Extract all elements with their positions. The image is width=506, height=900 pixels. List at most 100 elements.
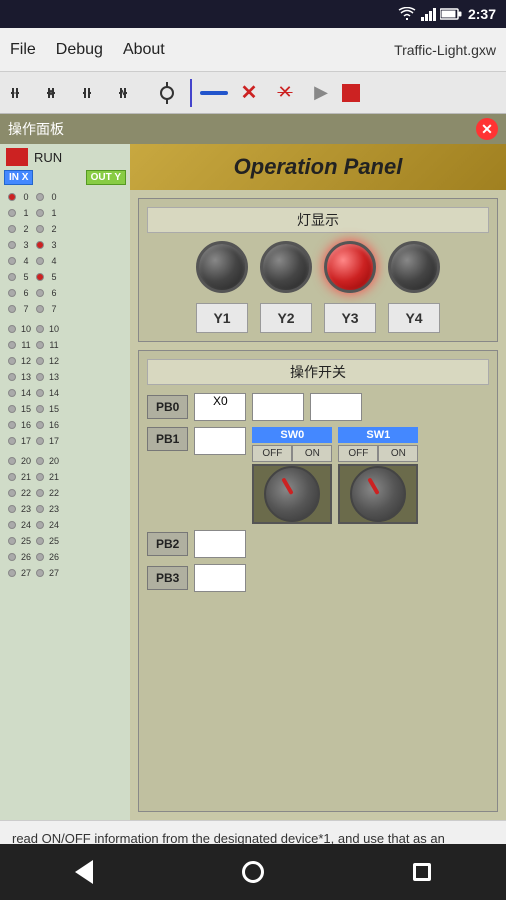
- switch-row-pb2: PB2: [147, 530, 489, 558]
- op-header: Operation Panel: [130, 144, 506, 190]
- sw0-knob[interactable]: [264, 466, 320, 522]
- run-row: RUN: [0, 144, 130, 170]
- nav-back-button[interactable]: [64, 852, 104, 892]
- switch-row-pb3: PB3: [147, 564, 489, 592]
- light-label-y3[interactable]: Y3: [324, 303, 376, 333]
- toolbar-icon-2[interactable]: [44, 78, 74, 108]
- battery-icon: [440, 8, 462, 20]
- sw0-block: SW0 OFF ON: [252, 427, 332, 524]
- status-bar: 2:37: [0, 0, 506, 28]
- io-row-5: 5 5: [2, 269, 128, 285]
- op-header-text: Operation Panel: [234, 154, 403, 179]
- pb1-input[interactable]: [194, 427, 246, 455]
- panel-content: RUN IN X OUT Y 0 0: [0, 144, 506, 820]
- switch-row-pb1: PB1 SW0 OFF ON: [147, 427, 489, 524]
- run-label: RUN: [34, 150, 62, 165]
- light-section: 灯显示 Y1 Y2 Y3 Y4: [138, 198, 498, 342]
- toolbar-icon-5[interactable]: [152, 78, 182, 108]
- sw0-off-on: OFF ON: [252, 445, 332, 462]
- toolbar-x-mark-2[interactable]: ✕: [270, 78, 300, 108]
- empty-input-1[interactable]: [252, 393, 304, 421]
- menu-about[interactable]: About: [123, 41, 165, 59]
- main-area: 操作面板 ✕ RUN IN X OUT Y: [0, 114, 506, 900]
- io-in-0: [8, 193, 16, 201]
- io-row-6: 6 6: [2, 285, 128, 301]
- sw0-knob-indicator: [282, 477, 294, 495]
- io-header-in: IN X: [4, 170, 33, 185]
- wifi-icon: [398, 7, 416, 21]
- light-labels-row: Y1 Y2 Y3 Y4: [147, 303, 489, 333]
- pb3-button[interactable]: PB3: [147, 566, 188, 590]
- io-row-1: 1 1: [2, 205, 128, 221]
- nav-home-icon: [242, 861, 264, 883]
- panel-title: 操作面板: [8, 119, 64, 139]
- x0-input[interactable]: X0: [194, 393, 246, 421]
- io-header-out: OUT Y: [86, 170, 126, 185]
- toolbar-x-mark-1[interactable]: ✕: [234, 78, 264, 108]
- empty-input-2[interactable]: [310, 393, 362, 421]
- toolbar: ✕ ✕ ▶: [0, 72, 506, 114]
- run-indicator: [6, 148, 28, 166]
- toolbar-stop[interactable]: [342, 84, 360, 102]
- app-frame: 2:37 File Debug About Traffic-Light.gxw …: [0, 0, 506, 900]
- io-row-2: 2 2: [2, 221, 128, 237]
- io-row-3: 3 3: [2, 237, 128, 253]
- switch-section-label: 操作开关: [147, 359, 489, 385]
- nav-square-icon: [413, 863, 431, 881]
- window-title: Traffic-Light.gxw: [394, 42, 496, 58]
- sw1-off-on: OFF ON: [338, 445, 418, 462]
- light-2: [260, 241, 312, 293]
- toolbar-line[interactable]: [200, 91, 228, 95]
- switch-section: 操作开关 PB0 X0 PB1 SW0: [138, 350, 498, 812]
- light-1: [196, 241, 248, 293]
- pb1-button[interactable]: PB1: [147, 427, 188, 451]
- nav-home-button[interactable]: [233, 852, 273, 892]
- sw1-label: SW1: [338, 427, 418, 443]
- io-row-7: 7 7: [2, 301, 128, 317]
- sw1-knob-area: [338, 464, 418, 524]
- io-row-10: 10 10: [2, 321, 128, 337]
- panel-close-button[interactable]: ✕: [476, 118, 498, 140]
- io-row-4: 4 4: [2, 253, 128, 269]
- light-3: [324, 241, 376, 293]
- operation-panel: Operation Panel 灯显示 Y1 Y2 Y3: [130, 144, 506, 820]
- lights-row: [147, 241, 489, 293]
- light-4: [388, 241, 440, 293]
- toolbar-divider: [190, 79, 192, 107]
- sw1-off-btn[interactable]: OFF: [338, 445, 378, 462]
- menu-bar: File Debug About Traffic-Light.gxw: [0, 28, 506, 72]
- panel-title-bar: 操作面板 ✕: [0, 114, 506, 144]
- pb0-button[interactable]: PB0: [147, 395, 188, 419]
- menu-debug[interactable]: Debug: [56, 41, 103, 59]
- sw0-knob-area: [252, 464, 332, 524]
- sw1-knob-indicator: [368, 477, 380, 495]
- sw0-label: SW0: [252, 427, 332, 443]
- pb2-input[interactable]: [194, 530, 246, 558]
- io-list-0-7: 0 0 1 1 2 2: [0, 189, 130, 820]
- toolbar-play[interactable]: ▶: [306, 78, 336, 108]
- light-label-y2[interactable]: Y2: [260, 303, 312, 333]
- sw0-off-btn[interactable]: OFF: [252, 445, 292, 462]
- nav-back-icon: [75, 860, 93, 884]
- nav-square-button[interactable]: [402, 852, 442, 892]
- pb3-input[interactable]: [194, 564, 246, 592]
- toolbar-icon-4[interactable]: [116, 78, 146, 108]
- menu-file[interactable]: File: [10, 41, 36, 59]
- sw1-knob[interactable]: [350, 466, 406, 522]
- status-time: 2:37: [468, 6, 496, 22]
- sw0-on-btn[interactable]: ON: [292, 445, 332, 462]
- io-out-0: [36, 193, 44, 201]
- io-row-0: 0 0: [2, 189, 128, 205]
- switch-row-pb0: PB0 X0: [147, 393, 489, 421]
- signal-icon: [420, 7, 436, 21]
- sw1-on-btn[interactable]: ON: [378, 445, 418, 462]
- toolbar-icon-1[interactable]: [8, 78, 38, 108]
- light-label-y1[interactable]: Y1: [196, 303, 248, 333]
- pb2-button[interactable]: PB2: [147, 532, 188, 556]
- light-section-label: 灯显示: [147, 207, 489, 233]
- toolbar-icon-3[interactable]: [80, 78, 110, 108]
- status-icons: [398, 7, 462, 21]
- light-label-y4[interactable]: Y4: [388, 303, 440, 333]
- nav-bar: [0, 844, 506, 900]
- io-header: IN X OUT Y: [0, 170, 130, 185]
